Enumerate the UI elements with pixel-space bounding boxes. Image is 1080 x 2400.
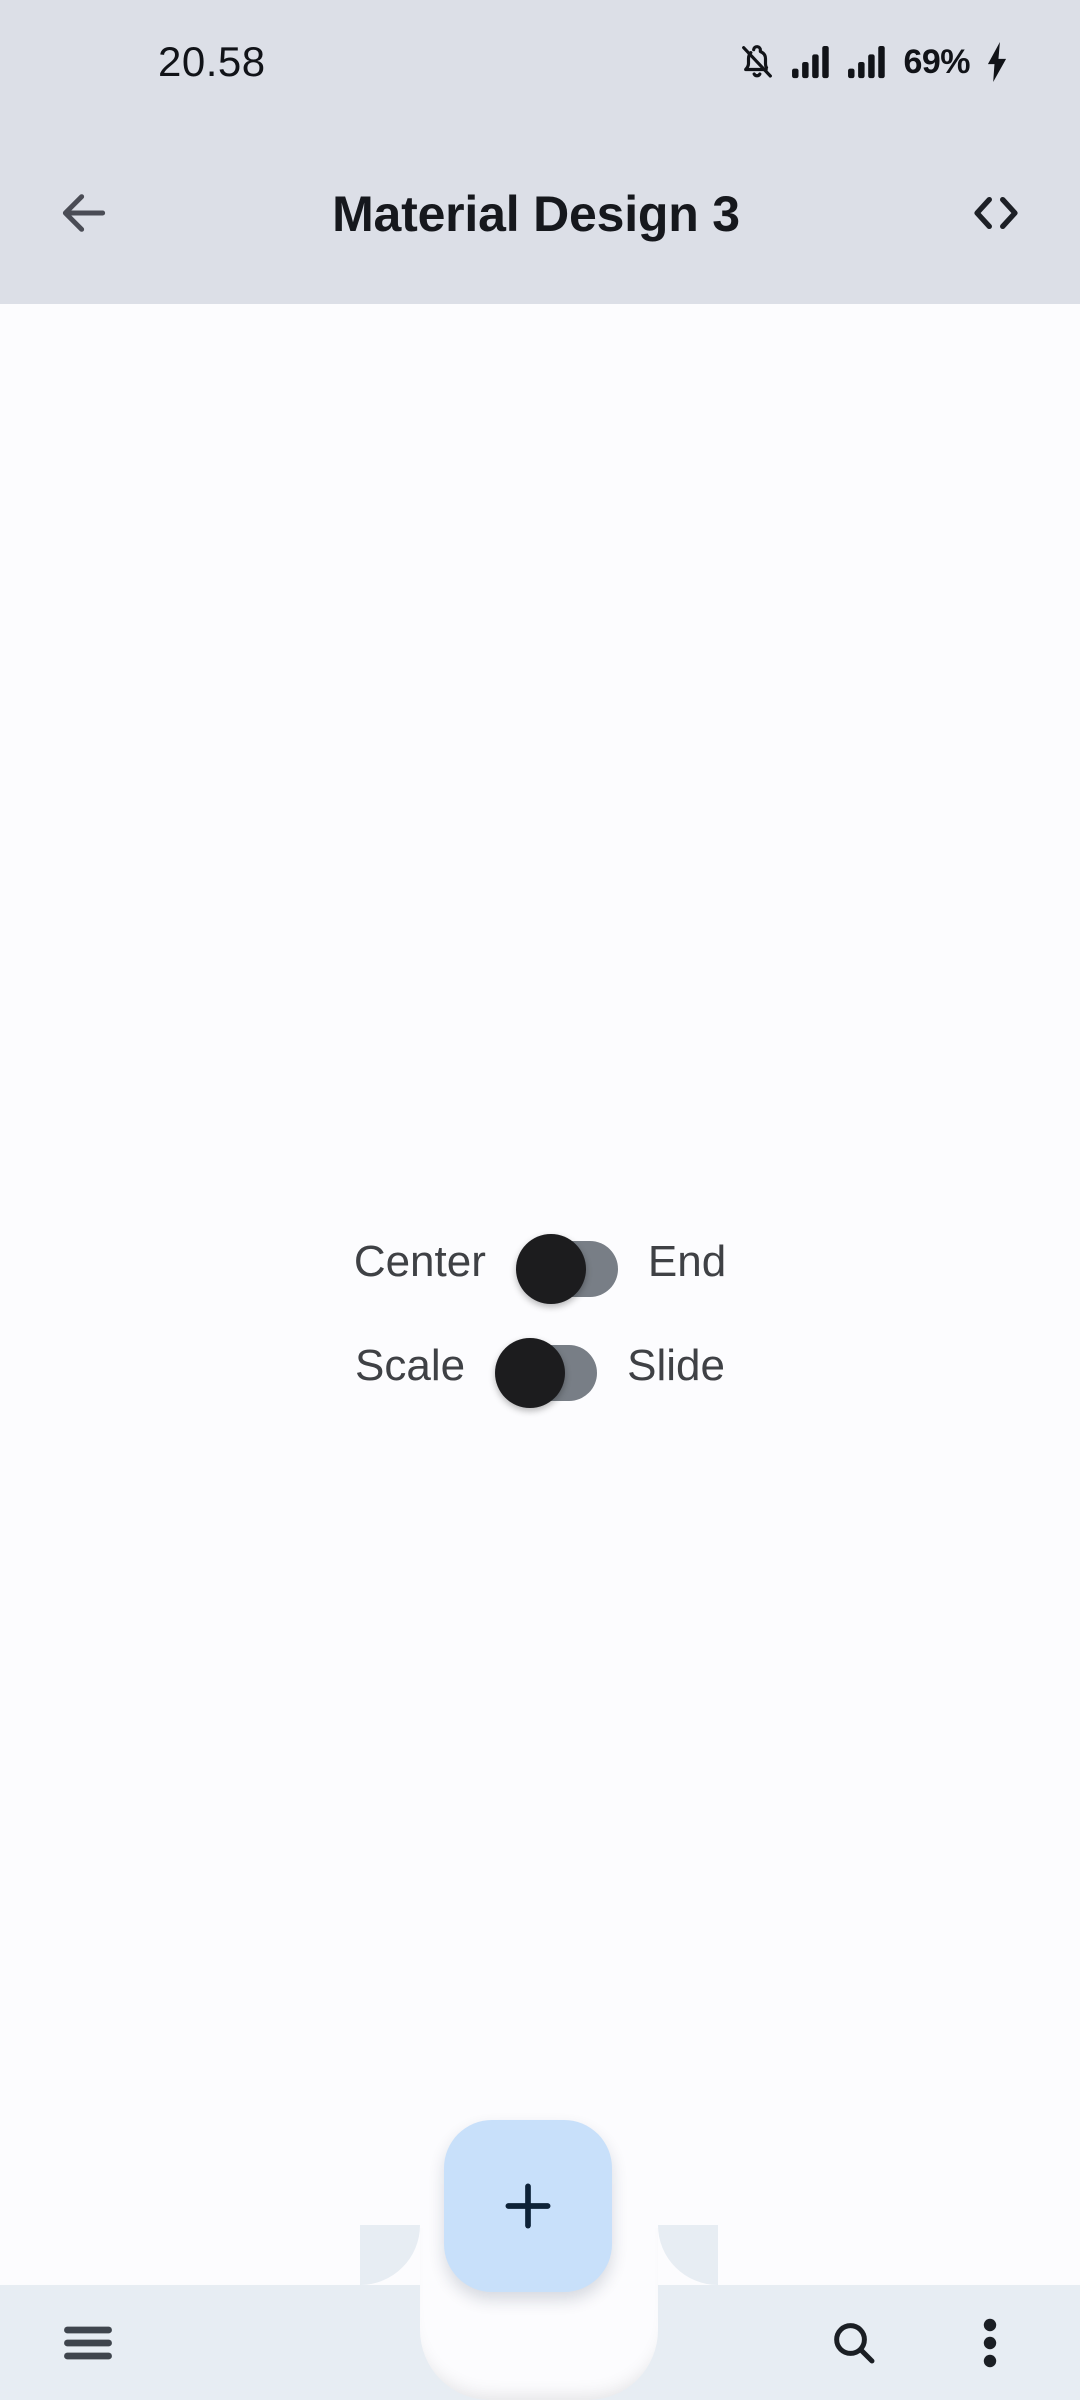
switch-thumb bbox=[495, 1338, 566, 1408]
search-button[interactable] bbox=[808, 2297, 900, 2389]
switch-thumb bbox=[515, 1234, 586, 1304]
menu-button[interactable] bbox=[42, 2297, 134, 2389]
plus-icon bbox=[497, 2175, 559, 2237]
switch-right-label: Slide bbox=[627, 1341, 725, 1390]
search-icon bbox=[828, 2317, 880, 2369]
app-bar: Material Design 3 bbox=[0, 124, 1080, 304]
bell-off-icon bbox=[737, 42, 777, 82]
alignment-switch[interactable] bbox=[515, 1234, 618, 1304]
status-time: 20.58 bbox=[158, 38, 266, 85]
floating-action-button[interactable] bbox=[444, 2120, 612, 2292]
phone-screen: 20.58 69% Material Design 3 Center End S… bbox=[0, 0, 1080, 2400]
switch-left-label: Center bbox=[353, 1237, 486, 1286]
more-vert-icon bbox=[979, 2317, 1001, 2369]
switch-right-label: End bbox=[647, 1237, 727, 1286]
signal-icon bbox=[791, 43, 833, 81]
bottom-app-bar bbox=[0, 2225, 1080, 2400]
status-icons: 69% bbox=[737, 42, 1040, 82]
code-brackets-icon bbox=[967, 186, 1025, 243]
bottom-bar-left-actions bbox=[42, 2297, 134, 2389]
signal-icon bbox=[847, 43, 889, 81]
content-area: Center End Scale Slide bbox=[0, 304, 1080, 2285]
back-arrow-icon bbox=[56, 185, 112, 244]
overflow-menu-button[interactable] bbox=[944, 2297, 1036, 2389]
battery-percent: 69% bbox=[903, 43, 970, 81]
code-button[interactable] bbox=[948, 166, 1044, 262]
back-button[interactable] bbox=[36, 166, 132, 262]
switch-list: Center End Scale Slide bbox=[0, 1234, 1080, 1408]
menu-hamburger-icon bbox=[62, 2321, 114, 2365]
page-title: Material Design 3 bbox=[332, 186, 740, 242]
bottom-bar-right-actions bbox=[808, 2297, 1036, 2389]
switch-row: Center End bbox=[353, 1234, 727, 1304]
switch-left-label: Scale bbox=[355, 1341, 466, 1390]
switch-row: Scale Slide bbox=[355, 1338, 725, 1408]
status-bar: 20.58 69% bbox=[0, 0, 1080, 124]
transition-switch[interactable] bbox=[495, 1338, 598, 1408]
charging-bolt-icon bbox=[984, 42, 1010, 82]
